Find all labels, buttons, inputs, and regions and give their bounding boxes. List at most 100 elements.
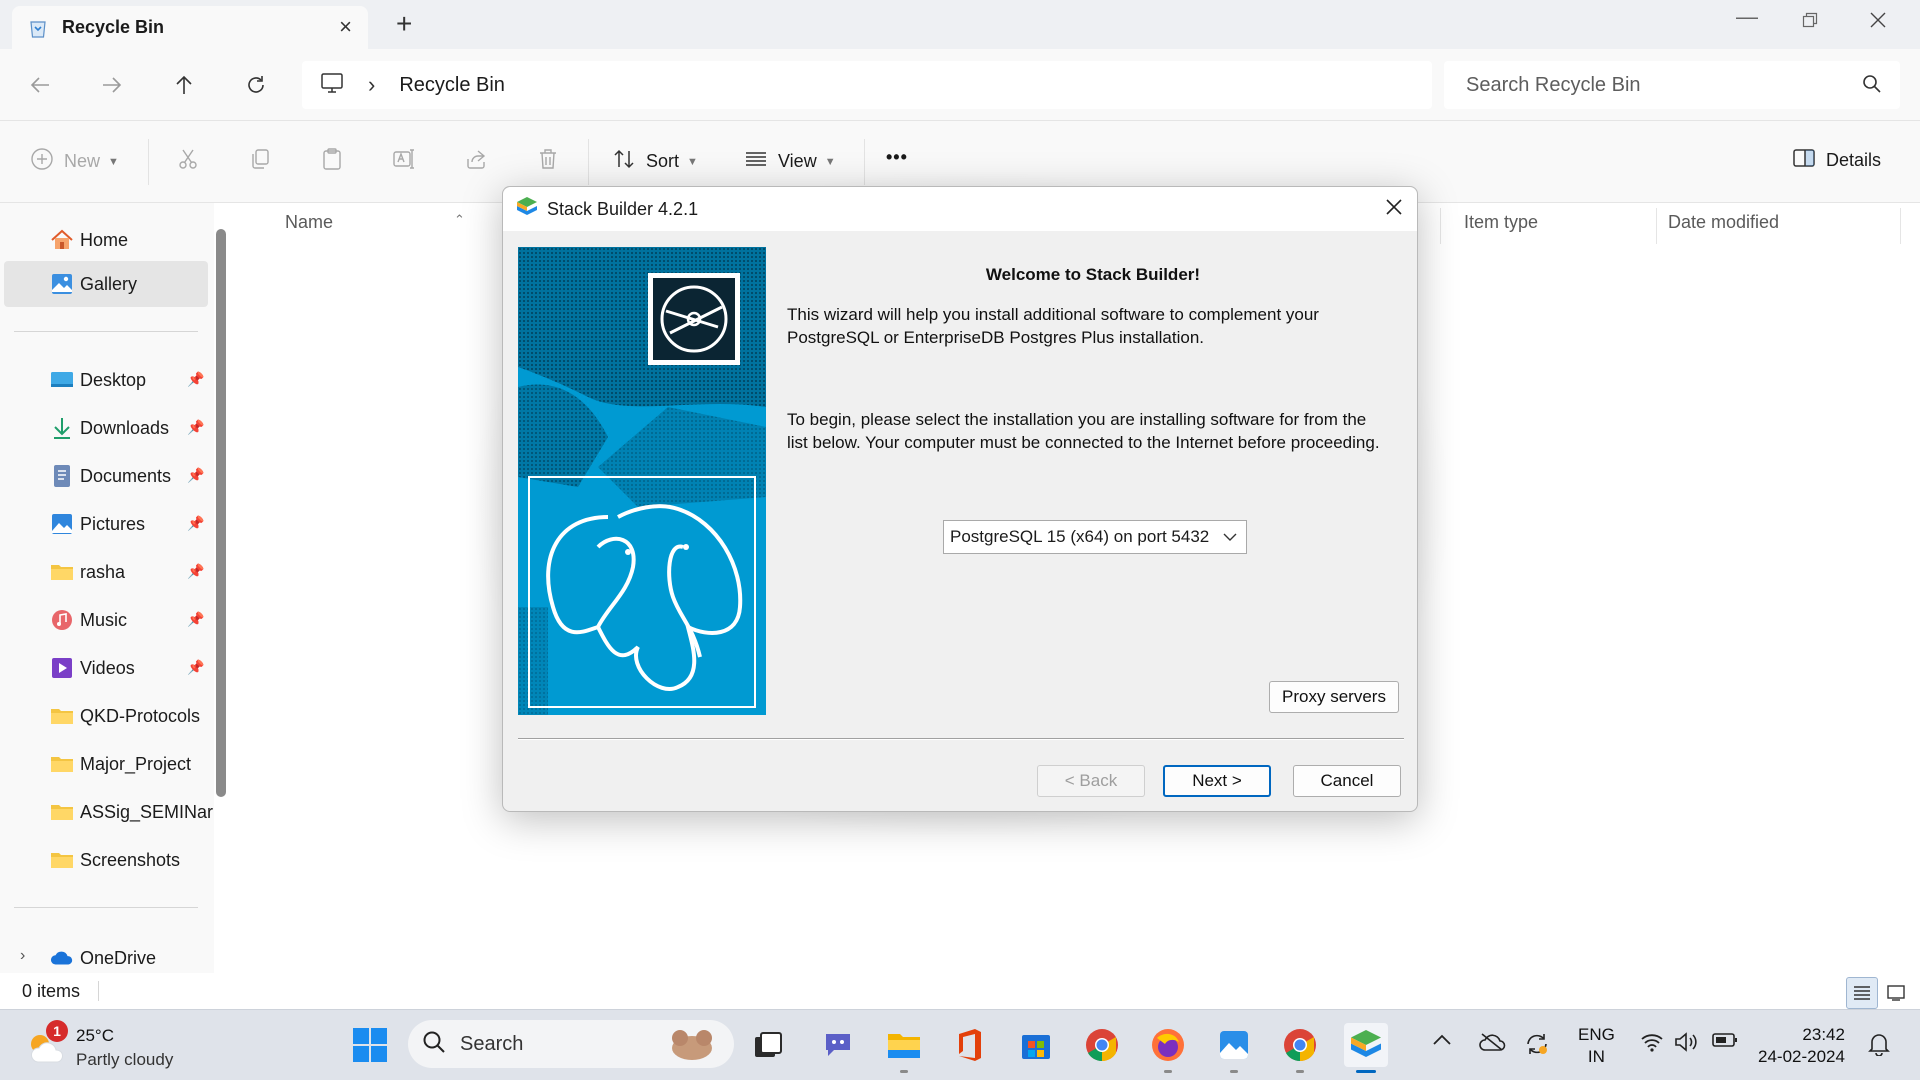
minimize-icon[interactable]: —: [1736, 4, 1758, 30]
show-hidden-icons-icon[interactable]: [1432, 1032, 1452, 1053]
column-divider[interactable]: [1656, 208, 1657, 244]
sidebar-item-rasha[interactable]: rasha 📌: [4, 549, 208, 595]
sidebar-item-documents[interactable]: Documents 📌: [4, 453, 208, 499]
sidebar-item-major-project[interactable]: Major_Project: [4, 741, 208, 787]
chevron-down-icon: ▼: [108, 155, 119, 168]
sidebar-item-label: rasha: [80, 561, 126, 582]
start-windows-icon[interactable]: [348, 1023, 392, 1067]
chrome-profile-icon[interactable]: [1278, 1023, 1322, 1073]
folder-icon: [50, 800, 74, 824]
column-divider[interactable]: [1900, 208, 1901, 244]
sidebar-scrollbar[interactable]: [216, 229, 226, 797]
pin-icon[interactable]: 📌: [187, 419, 204, 436]
installation-select[interactable]: PostgreSQL 15 (x64) on port 5432: [943, 520, 1247, 554]
pictures-icon: [50, 512, 74, 536]
new-button[interactable]: New ▼: [30, 147, 119, 176]
details-button[interactable]: Details: [1792, 147, 1881, 174]
dialog-close-icon[interactable]: [1385, 195, 1403, 223]
cancel-button[interactable]: Cancel: [1293, 765, 1401, 797]
view-button[interactable]: View ▼: [744, 147, 836, 176]
proxy-servers-button[interactable]: Proxy servers: [1269, 681, 1399, 713]
battery-icon[interactable]: [1712, 1032, 1738, 1053]
chrome-icon[interactable]: [1080, 1023, 1124, 1067]
back-arrow-icon[interactable]: [24, 69, 56, 101]
close-window-icon[interactable]: [1870, 8, 1886, 34]
task-view-icon[interactable]: [746, 1023, 790, 1067]
sync-icon[interactable]: [1524, 1032, 1550, 1061]
sidebar-item-qkd-protocols[interactable]: QKD-Protocols: [4, 693, 208, 739]
item-count: 0 items: [22, 981, 81, 1001]
search-box[interactable]: Search Recycle Bin: [1444, 61, 1900, 109]
pin-icon[interactable]: 📌: [187, 611, 204, 628]
taskbar-search[interactable]: Search: [408, 1020, 734, 1068]
microsoft-store-icon[interactable]: [1014, 1023, 1058, 1067]
onedrive-tray-icon[interactable]: [1478, 1032, 1506, 1057]
up-arrow-icon[interactable]: [168, 69, 200, 101]
weather-widget[interactable]: 1 25°C Partly cloudy: [20, 1020, 220, 1072]
search-icon: [422, 1030, 446, 1059]
back-button[interactable]: < Back: [1037, 765, 1145, 797]
details-view-icon[interactable]: [1846, 977, 1878, 1009]
sidebar-item-music[interactable]: Music 📌: [4, 597, 208, 643]
copy-icon[interactable]: [248, 147, 272, 171]
wifi-icon[interactable]: [1640, 1032, 1664, 1057]
pin-icon[interactable]: 📌: [187, 563, 204, 580]
delete-icon[interactable]: [536, 147, 560, 171]
firefox-icon[interactable]: [1146, 1023, 1190, 1073]
address-bar[interactable]: › Recycle Bin: [302, 61, 1432, 109]
sidebar-item-label: ASSig_SEMINar: [80, 801, 214, 822]
running-indicator: [1230, 1070, 1238, 1073]
tiles-view-icon[interactable]: [1880, 977, 1912, 1009]
paste-icon[interactable]: [320, 147, 344, 171]
sidebar-item-videos[interactable]: Videos 📌: [4, 645, 208, 691]
sort-button[interactable]: Sort ▼: [612, 147, 698, 176]
photos-icon[interactable]: [1212, 1023, 1256, 1073]
language-indicator[interactable]: ENG IN: [1578, 1024, 1615, 1068]
column-header-name[interactable]: Name: [285, 212, 333, 233]
column-header-date-modified[interactable]: Date modified: [1668, 212, 1779, 233]
installation-select-value: PostgreSQL 15 (x64) on port 5432: [950, 527, 1210, 546]
search-icon[interactable]: [1862, 74, 1882, 99]
share-icon[interactable]: [464, 147, 488, 171]
notification-bell-icon[interactable]: [1868, 1032, 1890, 1061]
system-clock[interactable]: 23:42 24-02-2024: [1758, 1024, 1845, 1068]
weather-temperature: 25°C: [76, 1026, 114, 1045]
folder-icon: [50, 848, 74, 872]
cut-icon[interactable]: [176, 147, 200, 171]
plus-circle-icon: [30, 147, 54, 176]
sidebar-item-gallery[interactable]: Gallery: [4, 261, 208, 307]
sidebar-item-screenshots[interactable]: Screenshots: [4, 837, 208, 883]
sidebar-item-assig-seminar[interactable]: ASSig_SEMINar: [4, 789, 213, 835]
breadcrumb[interactable]: Recycle Bin: [399, 74, 505, 97]
column-header-item-type[interactable]: Item type: [1464, 212, 1538, 233]
file-explorer-icon[interactable]: [882, 1023, 926, 1073]
breadcrumb-chevron-icon[interactable]: ›: [368, 72, 375, 98]
sidebar-item-home[interactable]: Home: [4, 217, 208, 263]
more-options-button[interactable]: •••: [886, 147, 908, 168]
pin-icon[interactable]: 📌: [187, 515, 204, 532]
clock-time: 23:42: [1802, 1025, 1845, 1044]
pin-icon[interactable]: 📌: [187, 371, 204, 388]
volume-icon[interactable]: [1674, 1032, 1698, 1057]
tab-recycle-bin[interactable]: Recycle Bin ×: [12, 6, 368, 49]
pin-icon[interactable]: 📌: [187, 659, 204, 676]
sidebar-item-desktop[interactable]: Desktop 📌: [4, 357, 208, 403]
close-tab-icon[interactable]: ×: [339, 16, 352, 38]
restore-icon[interactable]: [1802, 8, 1818, 34]
sidebar-item-pictures[interactable]: Pictures 📌: [4, 501, 208, 547]
refresh-icon[interactable]: [240, 69, 272, 101]
teams-chat-icon[interactable]: [816, 1023, 860, 1067]
next-button[interactable]: Next >: [1163, 765, 1271, 797]
forward-arrow-icon[interactable]: [96, 69, 128, 101]
weather-condition: Partly cloudy: [76, 1050, 174, 1069]
sort-ascending-icon[interactable]: ⌃: [454, 212, 465, 228]
search-input[interactable]: Search Recycle Bin: [1466, 74, 1641, 97]
dialog-title-bar[interactable]: Stack Builder 4.2.1: [503, 187, 1417, 231]
sidebar-item-downloads[interactable]: Downloads 📌: [4, 405, 208, 451]
new-tab-button[interactable]: +: [396, 10, 412, 38]
stack-builder-taskbar-icon[interactable]: [1344, 1023, 1388, 1073]
office-icon[interactable]: [948, 1023, 992, 1067]
pin-icon[interactable]: 📌: [187, 467, 204, 484]
sort-icon: [612, 147, 636, 176]
rename-icon[interactable]: [392, 147, 416, 171]
